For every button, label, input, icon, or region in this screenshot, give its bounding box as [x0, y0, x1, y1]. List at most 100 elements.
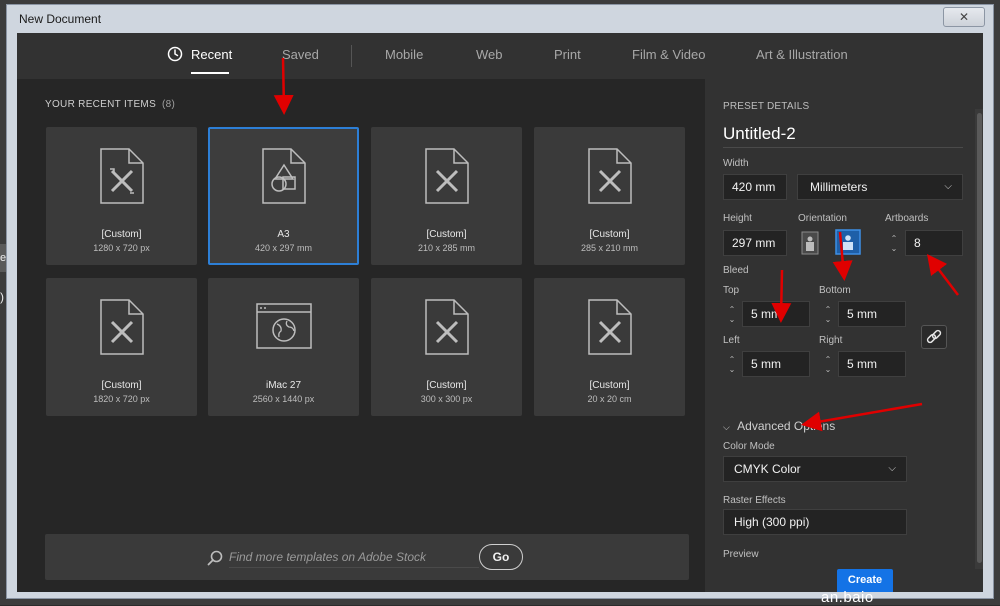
bleed-bottom-field[interactable]: 5 mm: [838, 301, 906, 327]
tab-recent[interactable]: Recent: [191, 47, 232, 62]
bleed-right-label: Right: [819, 335, 843, 346]
color-mode-label: Color Mode: [723, 441, 775, 452]
bleed-left-label: Left: [723, 335, 740, 346]
bleed-top-field[interactable]: 5 mm: [742, 301, 810, 327]
preview-mode-label: Preview: [723, 549, 759, 560]
stock-search-input[interactable]: [229, 546, 479, 568]
recent-item-size: 2560 x 1440 px: [252, 394, 315, 404]
bleed-bottom-stepper[interactable]: ⌃ ⌄: [821, 302, 835, 328]
recent-items-title: YOUR RECENT ITEMS: [45, 99, 157, 110]
preset-details-pane: PRESET DETAILS Untitled-2 Width 420 mm M…: [705, 79, 983, 606]
clock-icon: [167, 46, 183, 62]
window-title: New Document: [19, 12, 102, 26]
bleed-right-field[interactable]: 5 mm: [838, 351, 906, 377]
units-dropdown[interactable]: Millimeters ⌵: [797, 174, 963, 200]
document-brush-icon: [424, 299, 469, 355]
link-bleed-button[interactable]: [921, 325, 947, 349]
recent-item-card[interactable]: iMac 27 2560 x 1440 px: [208, 278, 359, 416]
recent-item-name: [Custom]: [101, 380, 142, 391]
web-globe-icon: [255, 303, 312, 349]
bleed-top-label: Top: [723, 285, 740, 296]
recent-item-card[interactable]: [Custom] 300 x 300 px: [371, 278, 522, 416]
recent-item-card[interactable]: [Custom] 20 x 20 cm: [534, 278, 685, 416]
recent-item-name: [Custom]: [426, 380, 467, 391]
color-mode-dropdown[interactable]: CMYK Color ⌵: [723, 456, 907, 482]
bleed-top-stepper[interactable]: ⌃ ⌄: [725, 302, 739, 328]
chevron-down-icon: ⌵: [944, 181, 952, 192]
tab-web[interactable]: Web: [476, 47, 503, 62]
tab-film-video[interactable]: Film & Video: [632, 47, 705, 62]
recent-item-name: [Custom]: [589, 380, 630, 391]
bleed-left-field[interactable]: 5 mm: [742, 351, 810, 377]
document-name-field[interactable]: Untitled-2: [723, 124, 796, 144]
document-shapes-icon: [261, 148, 306, 204]
recent-item-size: 285 x 210 mm: [580, 243, 639, 253]
advanced-options-toggle[interactable]: ⌵ Advanced Options: [723, 419, 835, 433]
bleed-right-stepper[interactable]: ⌃ ⌄: [821, 352, 835, 378]
bleed-left-stepper[interactable]: ⌃ ⌄: [725, 352, 739, 378]
go-button[interactable]: Go: [479, 544, 523, 570]
units-value: Millimeters: [810, 180, 868, 194]
chevron-down-icon: ⌵: [723, 422, 730, 432]
height-field[interactable]: 297 mm: [723, 230, 787, 256]
recent-item-name: A3: [277, 229, 290, 240]
document-brush-icon: [587, 299, 632, 355]
recent-item-name: [Custom]: [426, 229, 467, 240]
recent-item-card[interactable]: [Custom] 1820 x 720 px: [46, 278, 197, 416]
artboards-stepper[interactable]: ⌃ ⌄: [887, 231, 901, 257]
recent-item-name: iMac 27: [265, 380, 301, 391]
stock-search-bar: Go: [45, 534, 689, 580]
document-brush-icon: [99, 299, 144, 355]
raster-effects-value: High (300 ppi): [734, 515, 810, 529]
active-tab-underline: [191, 72, 229, 74]
color-mode-value: CMYK Color: [734, 462, 801, 476]
recent-item-size: 1820 x 720 px: [93, 394, 150, 404]
scrollbar-thumb[interactable]: [977, 113, 982, 563]
new-document-dialog: New Document ✕ Recent Saved Mobile Web P…: [6, 4, 994, 606]
tab-mobile[interactable]: Mobile: [385, 47, 423, 62]
raster-effects-label: Raster Effects: [723, 495, 786, 506]
artboards-label: Artboards: [885, 213, 929, 224]
recent-items-pane: YOUR RECENT ITEMS (8) [Custom] 1280 x 720…: [17, 79, 705, 592]
tab-art-illustration[interactable]: Art & Illustration: [756, 47, 848, 62]
artboards-field[interactable]: 8: [905, 230, 963, 256]
recent-item-card[interactable]: [Custom] 285 x 210 mm: [534, 127, 685, 265]
document-brush-icon: [587, 148, 632, 204]
width-field[interactable]: 420 mm: [723, 174, 787, 200]
portrait-orientation-icon[interactable]: [801, 231, 819, 255]
close-button[interactable]: ✕: [943, 7, 985, 27]
recent-item-size: 300 x 300 px: [420, 394, 473, 404]
advanced-options-label: Advanced Options: [737, 419, 836, 433]
bleed-bottom-label: Bottom: [819, 285, 851, 296]
recent-item-size: 420 x 297 mm: [254, 243, 313, 253]
recent-items-heading: YOUR RECENT ITEMS (8): [45, 99, 175, 110]
recent-item-size: 210 x 285 mm: [417, 243, 476, 253]
recent-item-name: [Custom]: [101, 229, 142, 240]
landscape-orientation-icon[interactable]: [835, 229, 861, 255]
tab-bar: Recent Saved Mobile Web Print Film & Vid…: [17, 33, 983, 79]
tab-separator: [351, 45, 352, 67]
document-brush-icon: [424, 148, 469, 204]
height-label: Height: [723, 213, 752, 224]
recent-item-size: 1280 x 720 px: [93, 243, 150, 253]
recent-item-card[interactable]: [Custom] 210 x 285 mm: [371, 127, 522, 265]
recent-item-card-selected[interactable]: A3 420 x 297 mm: [208, 127, 359, 265]
recent-items-count: (8): [162, 99, 176, 110]
tab-print[interactable]: Print: [554, 47, 581, 62]
watermark-text: an.baio: [821, 589, 874, 606]
recent-item-size: 20 x 20 cm: [587, 394, 632, 404]
recent-item-name: [Custom]: [589, 229, 630, 240]
title-bar: New Document ✕: [7, 5, 993, 33]
tab-saved[interactable]: Saved: [282, 47, 319, 62]
recent-item-card[interactable]: [Custom] 1280 x 720 px: [46, 127, 197, 265]
document-name-underline: [723, 147, 963, 148]
bleed-label: Bleed: [723, 265, 749, 276]
width-label: Width: [723, 158, 749, 169]
preset-details-heading: PRESET DETAILS: [723, 101, 810, 112]
link-chain-icon: [926, 329, 942, 344]
dialog-content: Recent Saved Mobile Web Print Film & Vid…: [17, 33, 983, 606]
search-icon: [207, 550, 223, 566]
orientation-label: Orientation: [798, 213, 847, 224]
raster-effects-dropdown[interactable]: High (300 ppi): [723, 509, 907, 535]
chevron-down-icon: ⌵: [888, 463, 896, 474]
